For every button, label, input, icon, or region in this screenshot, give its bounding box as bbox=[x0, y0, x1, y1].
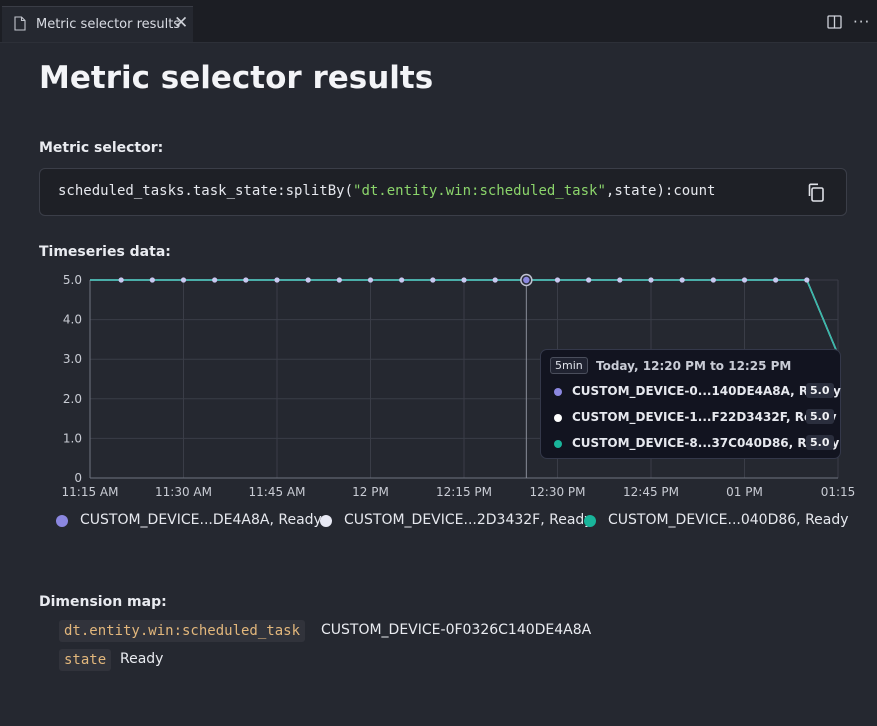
data-point bbox=[804, 277, 810, 283]
data-point bbox=[399, 277, 405, 283]
tooltip-time-range: Today, 12:20 PM to 12:25 PM bbox=[596, 359, 792, 373]
data-point bbox=[741, 277, 748, 283]
series-color-dot bbox=[554, 414, 562, 422]
copy-icon[interactable] bbox=[807, 183, 825, 202]
dimension-value: Ready bbox=[120, 651, 164, 667]
more-icon[interactable]: ··· bbox=[853, 13, 870, 31]
file-icon bbox=[14, 16, 26, 31]
highlighted-point-core bbox=[523, 276, 530, 284]
data-point bbox=[118, 277, 124, 283]
data-point bbox=[336, 277, 342, 283]
y-tick-label: 2.0 bbox=[63, 392, 82, 406]
x-tick-label: 11:30 AM bbox=[155, 485, 212, 499]
data-point bbox=[710, 277, 716, 283]
legend-color-dot bbox=[320, 515, 332, 527]
data-point bbox=[149, 277, 155, 283]
data-point bbox=[180, 277, 187, 283]
y-tick-label: 1.0 bbox=[63, 431, 82, 445]
data-point bbox=[430, 277, 436, 283]
data-point bbox=[243, 277, 249, 283]
data-point bbox=[492, 277, 498, 283]
y-tick-label: 5.0 bbox=[63, 273, 82, 287]
dimension-key: state bbox=[59, 649, 112, 671]
y-tick-label: 4.0 bbox=[63, 313, 82, 327]
data-point bbox=[648, 277, 654, 283]
page-title: Metric selector results bbox=[39, 60, 434, 96]
metric-selector-box: scheduled_tasks.task_state:splitBy("dt.e… bbox=[39, 168, 847, 216]
x-tick-label: 12 PM bbox=[352, 485, 389, 499]
data-point bbox=[586, 277, 592, 283]
tooltip-interval-badge: 5min bbox=[550, 357, 588, 374]
legend-color-dot bbox=[584, 515, 596, 527]
series-color-dot bbox=[554, 440, 562, 448]
x-tick-label: 11:45 AM bbox=[249, 485, 306, 499]
data-point bbox=[554, 277, 561, 283]
data-point bbox=[212, 277, 218, 283]
tab-label: Metric selector results bbox=[36, 17, 181, 32]
timeseries-label: Timeseries data: bbox=[39, 244, 171, 260]
tooltip-row: CUSTOM_DEVICE-8...37C040D86, Ready 5.0 bbox=[553, 435, 839, 453]
series-color-dot bbox=[554, 388, 562, 396]
editor-tab-bar: Metric selector results ✕ ··· bbox=[0, 0, 877, 43]
data-point bbox=[617, 277, 623, 283]
data-point bbox=[679, 277, 685, 283]
x-tick-label: 12:30 PM bbox=[530, 485, 586, 499]
chart-tooltip: 5min Today, 12:20 PM to 12:25 PM CUSTOM_… bbox=[540, 349, 841, 459]
tab-metric-selector-results[interactable]: Metric selector results ✕ bbox=[2, 6, 193, 42]
legend-color-dot bbox=[56, 515, 68, 527]
data-point bbox=[305, 277, 311, 283]
x-tick-label: 01 PM bbox=[726, 485, 763, 499]
data-point bbox=[274, 277, 280, 283]
x-tick-label: 11:15 AM bbox=[62, 485, 119, 499]
close-icon[interactable]: ✕ bbox=[174, 13, 188, 33]
data-point bbox=[367, 277, 374, 283]
dimension-value: CUSTOM_DEVICE-0F0326C140DE4A8A bbox=[321, 622, 592, 638]
x-tick-label: 01:15 bbox=[821, 485, 856, 499]
dimension-key: dt.entity.win:scheduled_task bbox=[59, 620, 306, 642]
metric-selector-label: Metric selector: bbox=[39, 140, 164, 156]
data-point bbox=[773, 277, 779, 283]
metric-selector-code: scheduled_tasks.task_state:splitBy("dt.e… bbox=[58, 183, 716, 199]
dimension-map-label: Dimension map: bbox=[39, 594, 167, 610]
y-tick-label: 0 bbox=[74, 471, 82, 485]
data-point bbox=[461, 277, 467, 283]
x-tick-label: 12:45 PM bbox=[623, 485, 679, 499]
tooltip-row: CUSTOM_DEVICE-1...F22D3432F, Ready 5.0 bbox=[553, 409, 837, 427]
y-tick-label: 3.0 bbox=[63, 352, 82, 366]
x-tick-label: 12:15 PM bbox=[436, 485, 492, 499]
split-editor-icon[interactable] bbox=[827, 15, 842, 29]
tooltip-row: CUSTOM_DEVICE-0...140DE4A8A, Ready 5.0 bbox=[553, 383, 841, 401]
